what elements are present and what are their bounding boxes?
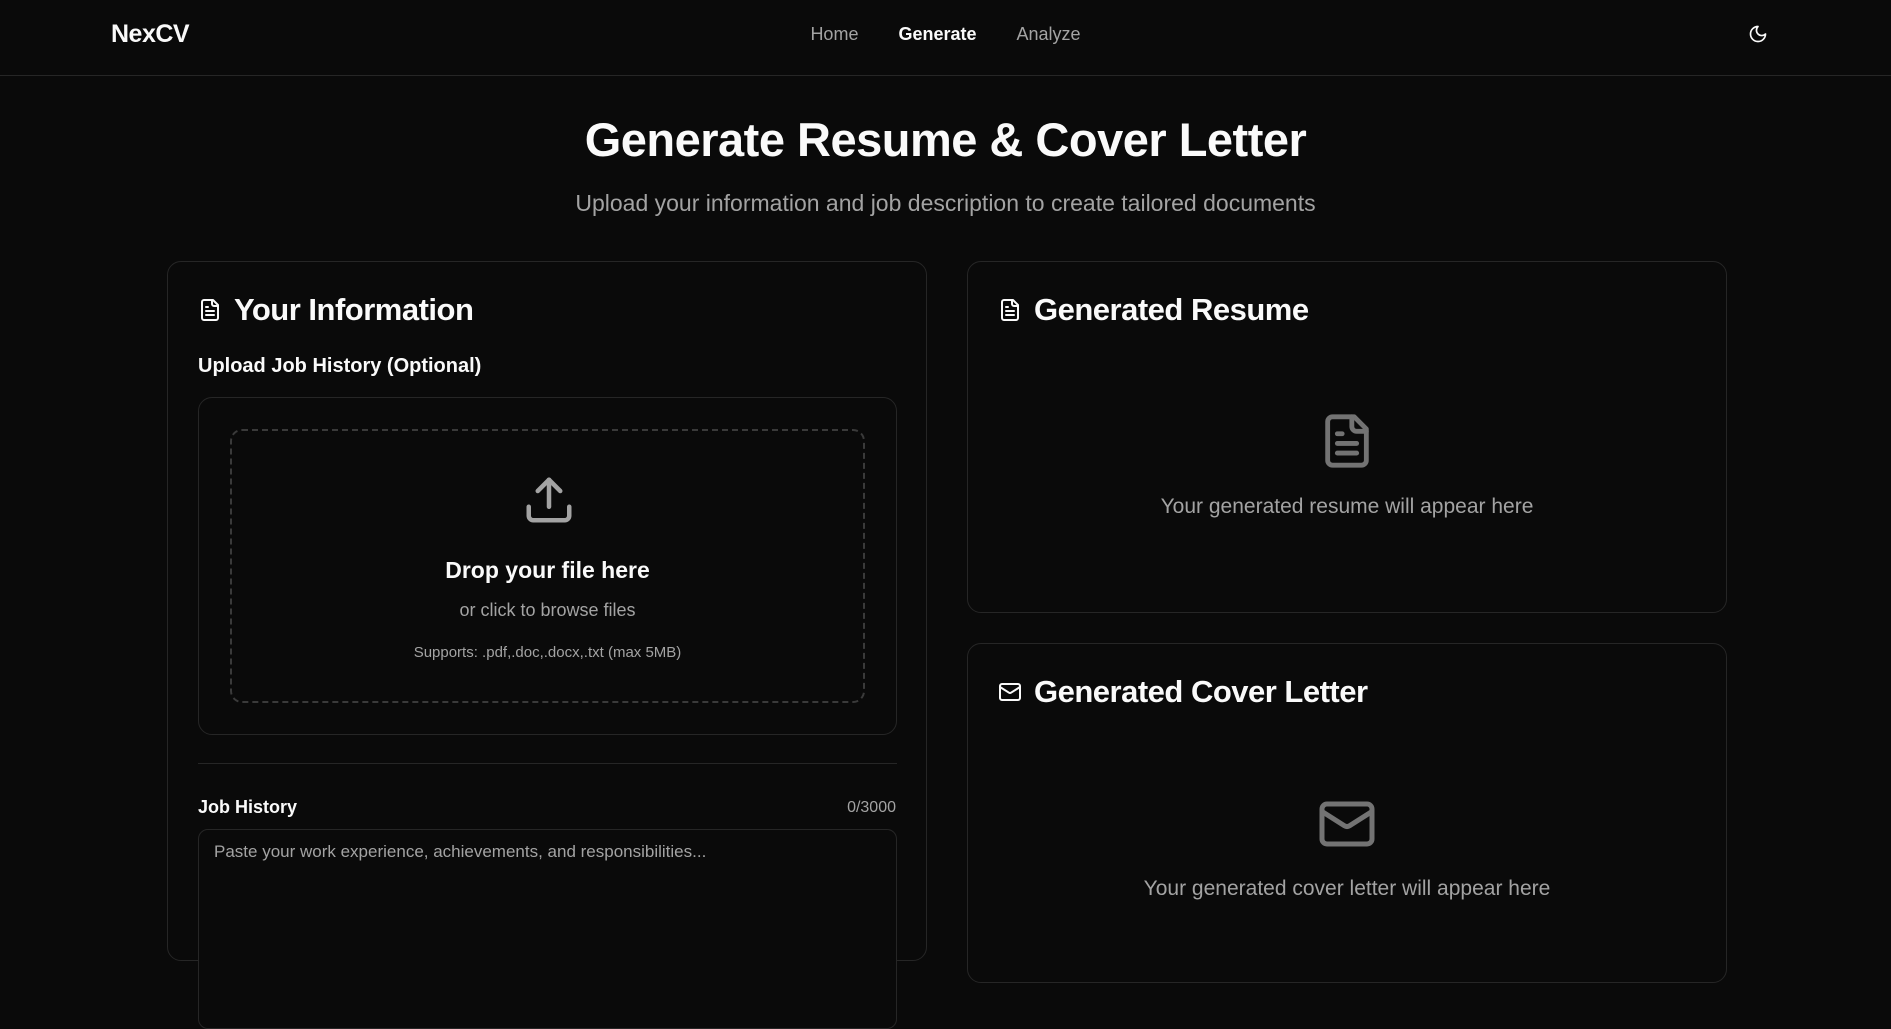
page-title: Generate Resume & Cover Letter — [584, 113, 1307, 166]
upload-container: Drop your file here or click to browse f… — [198, 397, 897, 735]
nav-link-generate[interactable]: Generate — [898, 24, 976, 45]
page-subtitle: Upload your information and job descript… — [575, 190, 1316, 216]
file-text-icon — [201, 299, 219, 321]
file-text-icon — [1325, 414, 1369, 468]
your-information-card: Your Information Upload Job History (Opt… — [167, 261, 927, 1029]
generated-cover-letter-card: Generated Cover Letter Your generated co… — [967, 643, 1727, 983]
card-title: Generated Cover Letter — [1034, 674, 1368, 709]
cover-placeholder-text: Your generated cover letter will appear … — [1143, 877, 1551, 900]
card-header: Your Information — [198, 292, 474, 328]
card-header: Generated Cover Letter — [998, 674, 1368, 710]
card-title: Your Information — [234, 292, 474, 327]
dropzone-supported-formats: Supports: .pdf,.doc,.docx,.txt (max 5MB) — [413, 644, 682, 661]
main-nav: Home Generate Analyze — [0, 24, 1891, 45]
cover-placeholder-icon-wrap — [968, 794, 1726, 854]
top-navbar: NexCV Home Generate Analyze — [0, 0, 1891, 76]
job-history-char-count: 0/3000 — [847, 799, 896, 816]
card-header: Generated Resume — [998, 292, 1309, 328]
mail-icon — [999, 683, 1021, 701]
generated-resume-card: Generated Resume Your generated resume w… — [967, 261, 1727, 613]
upload-icon — [526, 477, 572, 523]
dropzone-title: Drop your file here — [445, 557, 650, 583]
file-text-icon — [1001, 299, 1019, 321]
card-title: Generated Resume — [1034, 292, 1309, 327]
moon-icon — [1749, 25, 1767, 43]
mail-icon — [1319, 801, 1375, 847]
nav-link-home[interactable]: Home — [810, 24, 858, 45]
nav-link-analyze[interactable]: Analyze — [1017, 24, 1081, 45]
section-divider — [198, 763, 897, 764]
theme-toggle-button[interactable] — [1746, 22, 1770, 46]
resume-placeholder-text: Your generated resume will appear here — [1160, 495, 1534, 518]
upload-label: Upload Job History (Optional) — [198, 355, 482, 377]
resume-placeholder-icon-wrap — [968, 412, 1726, 470]
job-history-label: Job History — [198, 797, 298, 817]
job-history-textarea[interactable] — [198, 829, 897, 1029]
file-dropzone[interactable]: Drop your file here or click to browse f… — [230, 429, 865, 703]
dropzone-subtitle: or click to browse files — [459, 600, 636, 620]
